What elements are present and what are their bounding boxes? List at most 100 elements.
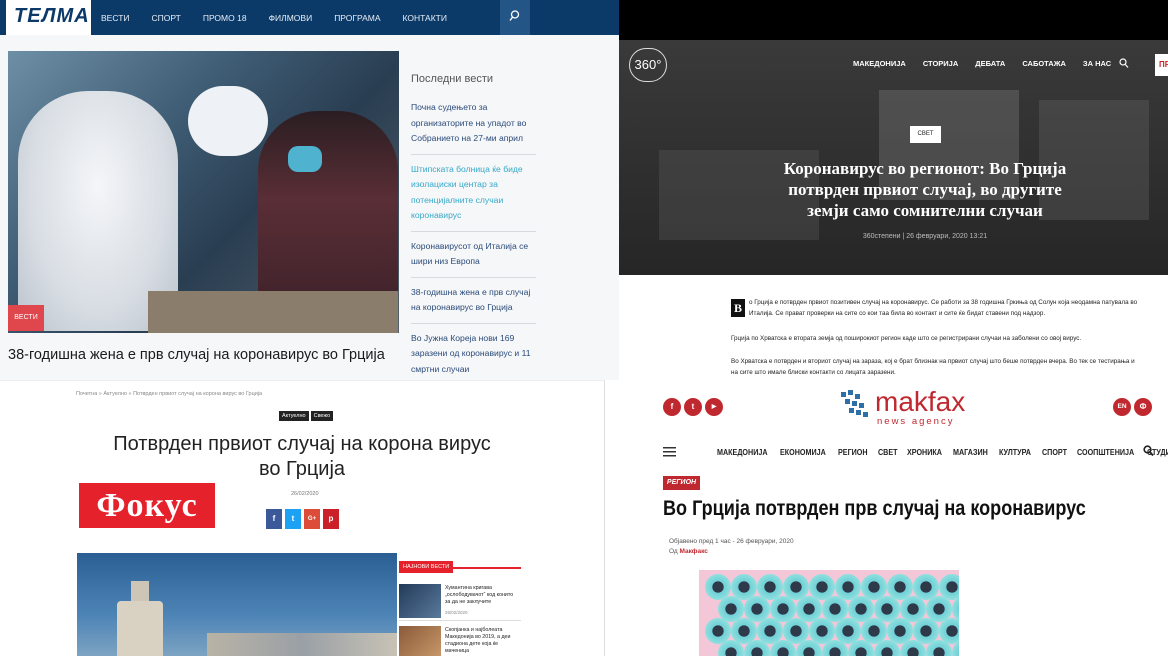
article-date: 26/02/2020 bbox=[291, 491, 319, 497]
menu-item[interactable]: РЕГИОН bbox=[838, 448, 868, 457]
lang-mk-button[interactable]: Ф bbox=[1134, 398, 1152, 416]
latest-news-item[interactable]: Штипската болница ќе биде изолациски цен… bbox=[411, 162, 536, 232]
latest-news-item[interactable]: Скопјанка и најболеата Македонија во 201… bbox=[399, 623, 521, 656]
twitter-icon[interactable]: t bbox=[285, 509, 301, 529]
menu-item[interactable]: ЗА НАС bbox=[1083, 59, 1111, 68]
article-meta: 360степени | 26 февруари, 2020 13:21 bbox=[862, 233, 988, 240]
white-tower bbox=[117, 601, 163, 656]
latest-news-item[interactable]: Во Јужна Кореја нови 169 заразени од кор… bbox=[411, 331, 536, 381]
telma-menu-item[interactable]: ПРОГРАМА bbox=[334, 13, 380, 23]
menu-item[interactable]: САБОТАЖА bbox=[1022, 59, 1066, 68]
article-paragraph: о Грција е потврден првиот позитивен слу… bbox=[749, 299, 1138, 317]
cut-off-button[interactable]: ПР bbox=[1155, 54, 1168, 76]
telma-nav-strip bbox=[547, 0, 619, 35]
article-title: Во Грција потврден прв случај на коронав… bbox=[663, 497, 1086, 520]
latest-news-item[interactable]: 38-годишна жена е прв случај на коронави… bbox=[411, 285, 536, 324]
makfax-logo[interactable]: makfax news agency bbox=[839, 386, 965, 427]
menu-item[interactable]: ХРОНИКА bbox=[907, 448, 942, 457]
article-image[interactable] bbox=[77, 553, 397, 656]
telma-menu-item[interactable]: ВЕСТИ bbox=[101, 13, 130, 23]
telma-menu-item[interactable]: ПРОМО 18 bbox=[203, 13, 247, 23]
makfax-panel: f t ▶ makfax news agency EN Ф МАКЕДОНИЈА… bbox=[604, 380, 1168, 656]
twitter-icon[interactable]: t bbox=[684, 398, 702, 416]
facebook-icon[interactable]: f bbox=[663, 398, 681, 416]
main-menu: МАКЕДОНИЈА ЕКОНОМИЈА РЕГИОН СВЕТ ХРОНИКА… bbox=[717, 448, 1168, 457]
menu-item[interactable]: ЕКОНОМИЈА bbox=[780, 448, 826, 457]
article-title: Потврден првиот случај на корона вирус в… bbox=[113, 433, 491, 480]
menu-item[interactable]: МАГАЗИН bbox=[953, 448, 988, 457]
stepeni-panel: 360° МАКЕДОНИЈА СТОРИЈА ДЕБАТА САБОТАЖА … bbox=[619, 0, 1168, 380]
lang-en-button[interactable]: EN bbox=[1113, 398, 1131, 416]
menu-item[interactable]: КУЛТУРА bbox=[999, 448, 1031, 457]
telma-menu-item[interactable]: ФИЛМОВИ bbox=[269, 13, 313, 23]
article-headline[interactable]: 38-годишна жена е прв случај на коронави… bbox=[8, 347, 408, 363]
main-menu: МАКЕДОНИЈА СТОРИЈА ДЕБАТА САБОТАЖА ЗА НА… bbox=[853, 59, 1128, 68]
telma-menu-item[interactable]: КОНТАКТИ bbox=[403, 13, 447, 23]
facebook-icon[interactable]: f bbox=[266, 509, 282, 529]
language-switch: EN Ф bbox=[1113, 398, 1155, 416]
article-image[interactable] bbox=[699, 570, 959, 656]
social-links: f t ▶ bbox=[663, 398, 726, 416]
main-nav: МАКЕДОНИЈА ЕКОНОМИЈА РЕГИОН СВЕТ ХРОНИКА… bbox=[663, 445, 1168, 459]
desk bbox=[148, 291, 398, 333]
google-plus-icon[interactable]: G+ bbox=[304, 509, 320, 529]
news-text: Скопјанка и најболеата Македонија во 201… bbox=[445, 627, 511, 654]
breadcrumb[interactable]: Почетна » Актуелно » Потврден првиот слу… bbox=[76, 391, 262, 397]
drop-cap: В bbox=[731, 299, 745, 317]
telma-search-button[interactable] bbox=[500, 0, 530, 35]
latest-news-item[interactable]: Коронавирусот од Италија се шири низ Евр… bbox=[411, 239, 536, 278]
author-prefix: Од bbox=[669, 548, 678, 555]
menu-item[interactable]: СПОРТ bbox=[1042, 448, 1067, 457]
search-icon bbox=[509, 10, 520, 21]
news-thumbnail bbox=[399, 584, 441, 618]
author-name[interactable]: Макфакс bbox=[680, 548, 708, 555]
ppe-hood bbox=[188, 86, 268, 156]
menu-item[interactable]: МАКЕДОНИЈА bbox=[853, 59, 906, 68]
menu-item[interactable]: СООПШТЕНИЈА bbox=[1077, 448, 1134, 457]
fokus-logo[interactable]: Фокус bbox=[79, 483, 215, 528]
telma-menu: ВЕСТИ СПОРТ ПРОМО 18 ФИЛМОВИ ПРОГРАМА КО… bbox=[101, 0, 469, 35]
pinterest-icon[interactable]: p bbox=[323, 509, 339, 529]
menu-item[interactable]: ДЕБАТА bbox=[975, 59, 1005, 68]
latest-news-item[interactable]: Почна судењето за организаторите на упад… bbox=[411, 100, 536, 155]
city-skyline bbox=[207, 633, 397, 656]
menu-item[interactable]: СТОРИЈА bbox=[923, 59, 958, 68]
site-logo[interactable]: 360° bbox=[629, 48, 667, 82]
article-author: Од Макфакс bbox=[669, 548, 708, 555]
latest-news-label: НАЈНОВИ ВЕСТИ bbox=[399, 561, 454, 573]
telma-hero-image[interactable] bbox=[8, 51, 399, 333]
news-thumbnail bbox=[399, 626, 441, 656]
face-mask bbox=[288, 146, 322, 172]
telma-navbar: ТЕЛМА ВЕСТИ СПОРТ ПРОМО 18 ФИЛМОВИ ПРОГР… bbox=[0, 0, 619, 35]
search-icon[interactable] bbox=[1143, 445, 1154, 457]
category-tag[interactable]: РЕГИОН bbox=[663, 476, 700, 490]
menu-item[interactable]: СВЕТ bbox=[878, 448, 898, 457]
menu-item[interactable]: МАКЕДОНИЈА bbox=[717, 448, 768, 457]
share-buttons: f t G+ p bbox=[266, 509, 342, 529]
white-tower-top bbox=[131, 581, 149, 603]
logo-subtitle: news agency bbox=[877, 416, 955, 427]
telma-logo[interactable]: ТЕЛМА bbox=[6, 0, 91, 35]
latest-news-item[interactable]: Хумантина кригава „ослободувачот“ код ко… bbox=[399, 581, 521, 621]
article-title: Коронавирус во регионот: Во Грција потвр… bbox=[783, 159, 1067, 220]
category-tag[interactable]: СВЕТ bbox=[910, 126, 941, 143]
article-meta: Објавено пред 1 час - 26 февруари, 2020 bbox=[669, 538, 794, 545]
logo-mark-icon bbox=[841, 390, 868, 417]
latest-news-header: НАЈНОВИ ВЕСТИ bbox=[399, 555, 521, 573]
tag[interactable]: Свежо bbox=[310, 411, 334, 421]
latest-news-title: Последни вести bbox=[411, 73, 494, 85]
news-date: 26/02/2020 bbox=[445, 610, 468, 615]
article-paragraph: Грција по Хрватска е втората земја од по… bbox=[731, 335, 1082, 342]
telma-menu-item[interactable]: СПОРТ bbox=[152, 13, 181, 23]
search-icon[interactable] bbox=[1119, 58, 1129, 69]
fokus-panel: Почетна » Актуелно » Потврден првиот слу… bbox=[0, 380, 604, 656]
tag[interactable]: Актуелно bbox=[279, 411, 309, 421]
logo-word: makfax bbox=[875, 386, 966, 417]
news-text: Хумантина кригава „ослободувачот“ код ко… bbox=[445, 585, 514, 605]
top-bar bbox=[619, 0, 1168, 40]
hamburger-icon[interactable] bbox=[663, 447, 676, 457]
telma-panel: ТЕЛМА ВЕСТИ СПОРТ ПРОМО 18 ФИЛМОВИ ПРОГР… bbox=[0, 0, 619, 380]
article-paragraph: Во Хрватска е потврден и вториот случај … bbox=[731, 358, 1135, 376]
youtube-icon[interactable]: ▶ bbox=[705, 398, 723, 416]
category-tag[interactable]: ВЕСТИ bbox=[8, 305, 44, 331]
